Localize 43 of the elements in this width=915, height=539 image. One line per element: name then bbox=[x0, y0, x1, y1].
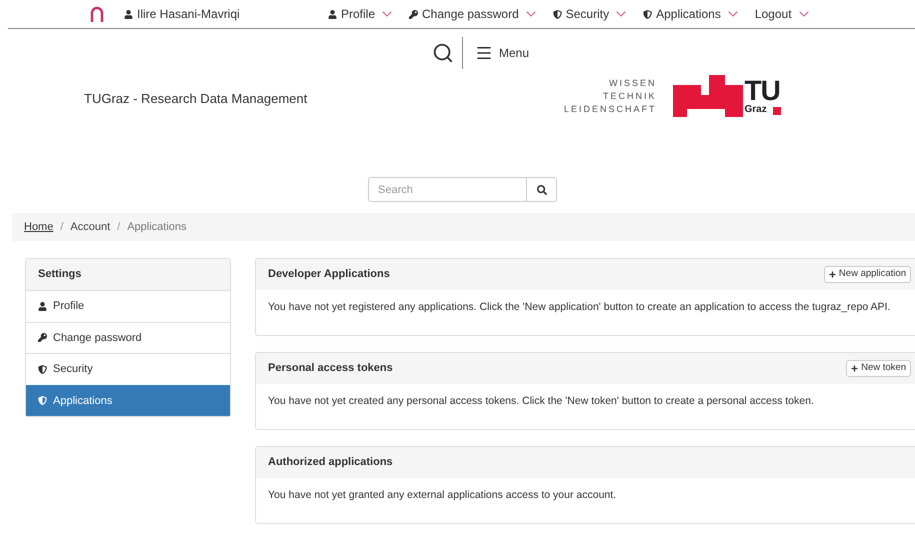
breadcrumb-separator: / bbox=[117, 220, 120, 235]
search-field[interactable]: Search bbox=[368, 177, 527, 202]
shield-icon bbox=[38, 364, 47, 374]
arch-logo-icon[interactable] bbox=[90, 6, 104, 22]
breadcrumb-separator: / bbox=[60, 220, 64, 235]
menu-icon bbox=[475, 44, 493, 62]
breadcrumb-item: Applications bbox=[127, 220, 187, 235]
user-name[interactable]: Ilire Hasani-Mavriqi bbox=[137, 5, 240, 23]
new-button[interactable]: New application bbox=[824, 266, 911, 283]
user-icon bbox=[328, 10, 337, 18]
nav-menu-button[interactable]: Change password bbox=[409, 5, 539, 23]
nav-menu-button[interactable]: Logout bbox=[754, 5, 812, 23]
logo-tagline: LEIDENSCHAFT bbox=[564, 102, 657, 116]
shield-icon bbox=[552, 10, 562, 18]
panel-text: You have not yet created any personal access tokens. Click the 'New token' button to create a personal access token. bbox=[268, 394, 815, 409]
nav-menu-button[interactable]: Applications bbox=[643, 5, 741, 23]
shield-icon bbox=[643, 10, 652, 18]
panel-title: Authorized applications bbox=[268, 455, 393, 470]
key-icon bbox=[38, 333, 47, 342]
plus-icon bbox=[828, 271, 836, 278]
logo-tagline: TECHNIK bbox=[603, 90, 657, 102]
nav-menu-button[interactable]: Profile bbox=[328, 5, 396, 23]
nav-menu-button[interactable]: Security bbox=[552, 5, 630, 23]
breadcrumb-link[interactable]: Home bbox=[24, 218, 54, 236]
search-icon[interactable] bbox=[432, 42, 454, 64]
panel-title: Developer Applications bbox=[268, 267, 390, 282]
breadcrumb-item: Account bbox=[70, 220, 110, 235]
panel-text: You have not yet granted any external applications access to your account. bbox=[268, 488, 618, 503]
new-button[interactable]: New token bbox=[846, 360, 911, 377]
sidebar-title: Settings bbox=[26, 259, 230, 290]
site-title: TUGraz - Research Data Management bbox=[84, 90, 308, 108]
logo-tagline: WISSEN bbox=[609, 76, 657, 90]
user-icon bbox=[38, 302, 47, 311]
menu-button[interactable]: Menu bbox=[475, 44, 530, 62]
panel-text: You have not yet registered any applications. Click the 'New application' button to create an application to access the tugraz_repo API. bbox=[268, 300, 892, 315]
search-icon bbox=[536, 184, 546, 194]
shield-icon bbox=[38, 396, 47, 406]
panel-title: Personal access tokens bbox=[268, 361, 393, 376]
key-icon bbox=[409, 10, 418, 18]
user-icon bbox=[124, 10, 133, 18]
plus-icon bbox=[851, 365, 858, 372]
sidebar-item[interactable]: Applications bbox=[26, 384, 230, 416]
search-button[interactable] bbox=[527, 177, 557, 202]
